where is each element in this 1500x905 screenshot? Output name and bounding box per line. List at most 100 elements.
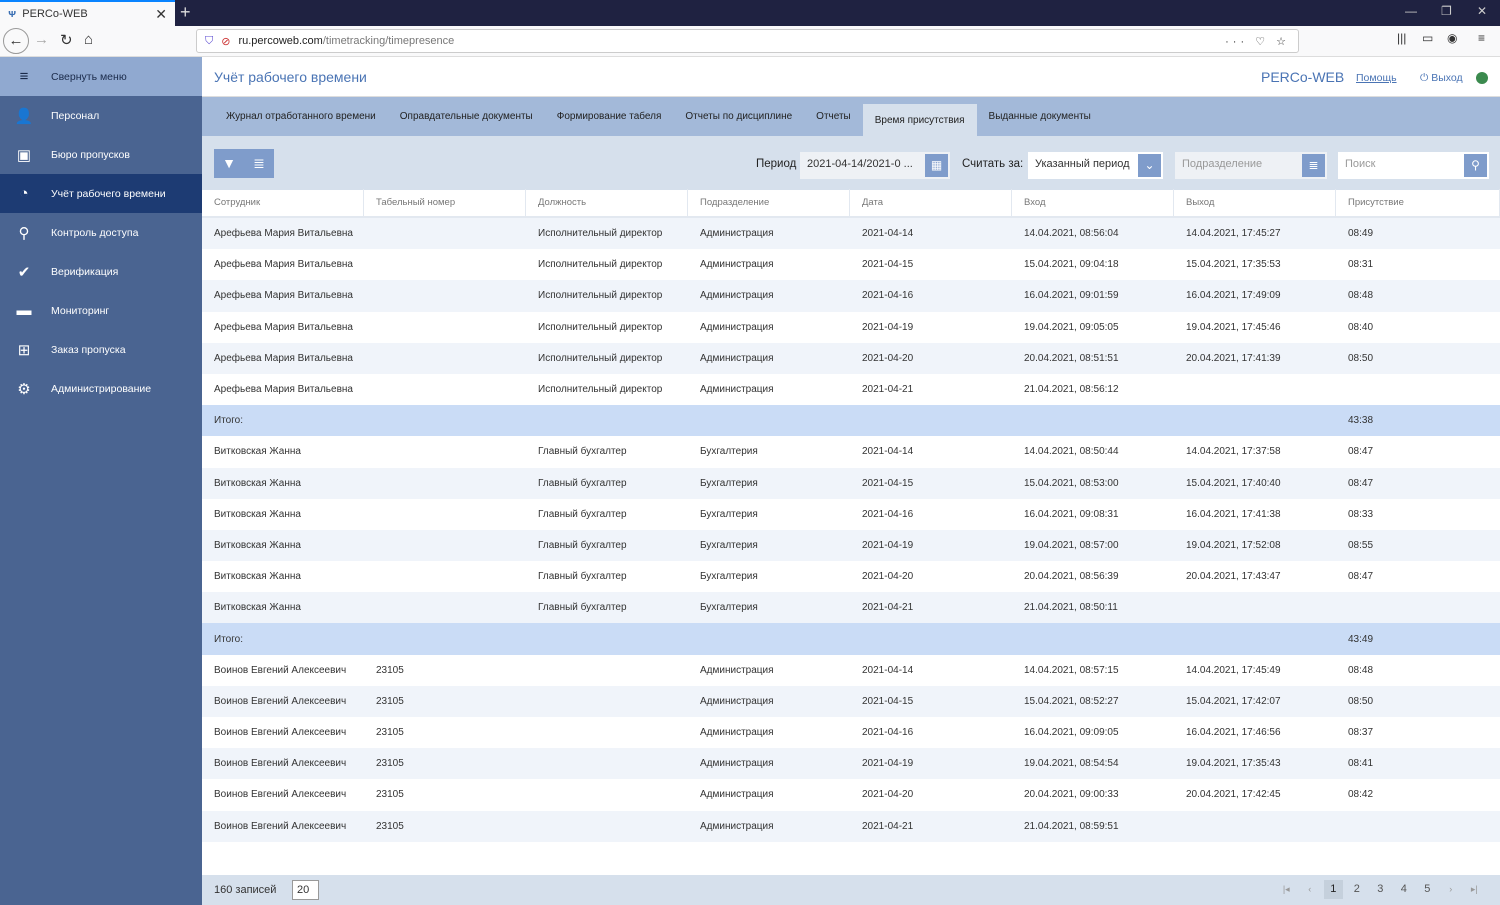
sidebar-item-collapse[interactable]: ≡ Свернуть меню [0,57,202,96]
help-link[interactable]: Помощь [1356,72,1397,84]
new-tab-button[interactable]: + [180,2,191,23]
page-4[interactable]: 4 [1394,880,1414,899]
total-row[interactable]: Итого: 43:38 [202,405,1500,437]
cell-personnel-number: 23105 [376,727,404,739]
table-row[interactable]: Воинов Евгений Алексеевич 23105 Администра… [202,779,1500,811]
close-tab-icon[interactable]: ✕ [155,6,167,23]
tab-issued-docs[interactable]: Выданные документы [977,97,1103,136]
table-row[interactable]: Витковская Жанна Главный бухгалтер Бухгалт… [202,592,1500,624]
column-header-employee[interactable]: Сотрудник [202,189,364,217]
sidebar-toggle-icon[interactable]: ▭ [1422,31,1433,45]
tab-work-log[interactable]: Журнал отработанного времени [214,97,388,136]
cell-employee: Витковская Жанна [214,602,301,614]
page-3[interactable]: 3 [1371,880,1391,899]
table-row[interactable]: Арефьева Мария Витальевна Исполнительный … [202,342,1500,374]
minimize-icon[interactable]: — [1405,4,1417,18]
cell-division: Администрация [700,321,774,333]
close-window-icon[interactable]: ✕ [1477,4,1487,18]
table-row[interactable]: Витковская Жанна Главный бухгалтер Бухгалт… [202,498,1500,530]
sidebar-item-staff[interactable]: 👤 Персонал [0,96,202,135]
column-header-division[interactable]: Подразделение [688,189,850,217]
period-input[interactable]: 2021-04-14/2021-0 ... ▦ [800,152,950,179]
count-for-select[interactable]: Указанный период ⌄ [1028,152,1163,179]
table-row[interactable]: Витковская Жанна Главный бухгалтер Бухгалт… [202,529,1500,562]
account-icon[interactable]: ◉ [1447,31,1457,45]
table-row[interactable]: Воинов Евгений Алексеевич 23105 Администра… [202,810,1500,842]
page-1[interactable]: 1 [1323,880,1343,899]
cell-presence: 08:42 [1348,789,1374,801]
column-header-entry[interactable]: Вход [1012,189,1174,217]
pager: |◂ ‹ 1 2 3 4 5 › ▸| [1277,880,1485,899]
table-row[interactable]: Воинов Евгений Алексеевич 23105 Администра… [202,654,1500,686]
cell-employee: Воинов Евгений Алексеевич [214,727,347,739]
library-icon[interactable]: ||| [1397,31,1406,45]
logout-link[interactable]: ⏻ Выход [1420,72,1463,85]
cell-entry: 20.04.2021, 08:56:39 [1024,571,1119,583]
maximize-icon[interactable]: ❐ [1441,4,1452,18]
search-icon[interactable]: ⚲ [1464,154,1487,177]
pocket-icon[interactable]: ♡ [1255,36,1269,48]
column-header-position[interactable]: Должность [526,189,688,217]
forward-icon[interactable]: → [34,31,49,48]
sidebar-item-order-pass[interactable]: ⊞ Заказ пропуска [0,330,202,369]
prev-page-icon[interactable]: ‹ [1300,880,1320,899]
back-icon[interactable]: ← [3,28,29,54]
tab-presence-time[interactable]: Время присутствия [862,104,977,136]
reload-icon[interactable]: ↻ [60,31,73,49]
table-row[interactable]: Арефьева Мария Витальевна Исполнительный … [202,218,1500,250]
list-icon[interactable]: ≣ [1302,154,1325,177]
tab-justification-docs[interactable]: Оправдательные документы [388,97,545,136]
address-bar[interactable]: ⛉ ⊘ ru.percoweb.com/timetracking/timepre… [196,29,1299,53]
column-header-presence[interactable]: Присутствие [1336,189,1500,217]
tab-discipline-reports[interactable]: Отчеты по дисциплине [673,97,804,136]
column-header-exit[interactable]: Выход [1174,189,1336,217]
calendar-icon[interactable]: ▦ [925,154,948,177]
table-row[interactable]: Воинов Евгений Алексеевич 23105 Администра… [202,685,1500,717]
first-page-icon[interactable]: |◂ [1277,880,1297,899]
total-row[interactable]: Итого: 43:49 [202,623,1500,655]
table-row[interactable]: Арефьева Мария Витальевна Исполнительный … [202,249,1500,281]
cell-position: Главный бухгалтер [538,477,627,489]
cell-employee: Витковская Жанна [214,446,301,458]
cell-entry: 14.04.2021, 08:56:04 [1024,228,1119,240]
chevron-down-icon[interactable]: ⌄ [1138,154,1161,177]
page-size-input[interactable]: 20 [292,880,319,900]
more-icon[interactable]: ··· [1225,36,1248,48]
cell-entry: 20.04.2021, 08:51:51 [1024,352,1119,364]
table-row[interactable]: Витковская Жанна Главный бухгалтер Бухгалт… [202,561,1500,593]
table-row[interactable]: Воинов Евгений Алексеевич 23105 Администра… [202,748,1500,780]
table-row[interactable]: Арефьева Мария Витальевна Исполнительный … [202,311,1500,343]
table-row[interactable]: Витковская Жанна Главный бухгалтер Бухгалт… [202,467,1500,499]
sidebar-item-verification[interactable]: ✔ Верификация [0,252,202,291]
tab-reports[interactable]: Отчеты [804,97,863,136]
sidebar-item-pass-office[interactable]: ▣ Бюро пропусков [0,135,202,174]
search-input[interactable]: Поиск ⚲ [1338,152,1489,179]
page-5[interactable]: 5 [1418,880,1438,899]
filter-button[interactable]: ▼ [214,149,244,178]
home-icon[interactable]: ⌂ [84,31,93,48]
table-row[interactable]: Воинов Евгений Алексеевич 23105 Администра… [202,717,1500,749]
sidebar-item-access-control[interactable]: ⚲ Контроль доступа [0,213,202,252]
table-row[interactable]: Арефьева Мария Витальевна Исполнительный … [202,280,1500,312]
column-header-personnel-number[interactable]: Табельный номер [364,189,526,217]
bookmark-star-icon[interactable]: ☆ [1276,36,1290,48]
last-page-icon[interactable]: ▸| [1465,880,1485,899]
cell-date: 2021-04-15 [862,259,914,271]
tab-timesheet[interactable]: Формирование табеля [545,97,674,136]
sidebar-item-administration[interactable]: ⚙ Администрирование [0,369,202,408]
pagination-footer: 160 записей 20 |◂ ‹ 1 2 3 4 5 › ▸| [202,875,1500,905]
table-row[interactable]: Витковская Жанна Главный бухгалтер Бухгалт… [202,436,1500,468]
table-row[interactable]: Арефьева Мария Витальевна Исполнительный … [202,373,1500,406]
sidebar-item-time-tracking[interactable]: ◔ Учёт рабочего времени [0,174,202,213]
sidebar-item-monitoring[interactable]: ▬ Мониторинг [0,291,202,330]
cell-date: 2021-04-14 [862,664,914,676]
column-header-date[interactable]: Дата [850,189,1012,217]
browser-menu-icon[interactable]: ≡ [1478,31,1485,45]
cell-entry: 19.04.2021, 08:54:54 [1024,758,1119,770]
columns-button[interactable]: ≣ [244,149,274,178]
cell-exit: 14.04.2021, 17:45:49 [1186,664,1281,676]
division-select[interactable]: Подразделение ≣ [1175,152,1327,179]
next-page-icon[interactable]: › [1441,880,1461,899]
browser-tab[interactable]: ᴪ PERCo-WEB ✕ [0,0,175,26]
page-2[interactable]: 2 [1347,880,1367,899]
